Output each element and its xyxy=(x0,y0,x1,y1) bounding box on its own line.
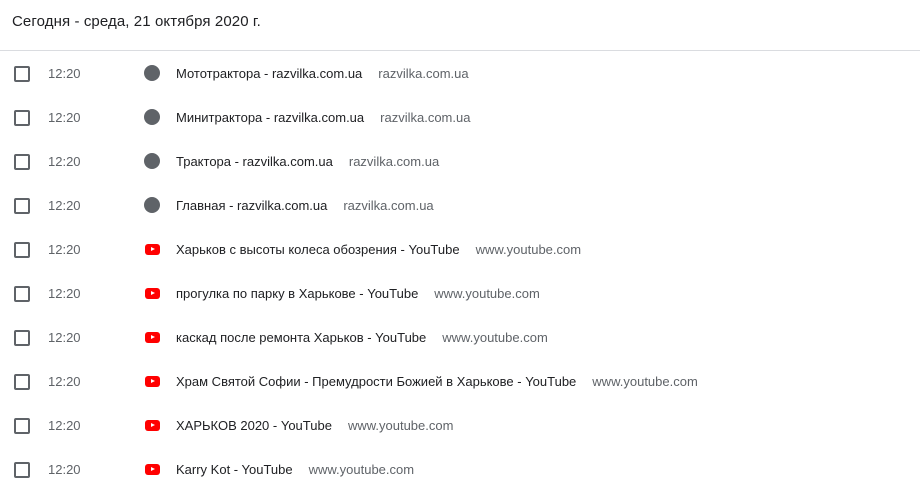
entry-time: 12:20 xyxy=(48,417,81,433)
entry-checkbox[interactable] xyxy=(14,110,30,126)
gray-circle-icon xyxy=(144,153,160,169)
history-entry: 12:20 каскад после ремонта Харьков - You… xyxy=(0,315,920,359)
day-header: Сегодня - среда, 21 октября 2020 г. xyxy=(0,0,920,51)
youtube-icon xyxy=(144,373,160,389)
entry-checkbox[interactable] xyxy=(14,374,30,390)
history-entry: 12:20 Минитрактора - razvilka.com.ua raz… xyxy=(0,95,920,139)
entry-time: 12:20 xyxy=(48,65,81,81)
youtube-icon xyxy=(144,461,160,477)
entry-time: 12:20 xyxy=(48,285,81,301)
entry-checkbox[interactable] xyxy=(14,242,30,258)
entry-time: 12:20 xyxy=(48,153,81,169)
youtube-icon xyxy=(144,241,160,257)
gray-circle-icon xyxy=(144,65,160,81)
entry-title-link[interactable]: каскад после ремонта Харьков - YouTube xyxy=(176,330,426,345)
entry-domain: www.youtube.com xyxy=(434,285,540,301)
youtube-icon xyxy=(144,329,160,345)
entry-title-link[interactable]: Харьков с высоты колеса обозрения - YouT… xyxy=(176,242,460,257)
gray-circle-icon xyxy=(144,197,160,213)
entry-time: 12:20 xyxy=(48,329,81,345)
entry-domain: razvilka.com.ua xyxy=(348,153,440,169)
entry-checkbox[interactable] xyxy=(14,462,30,478)
entry-domain: razvilka.com.ua xyxy=(378,65,469,81)
history-entry: 12:20 Харьков с высоты колеса обозрения … xyxy=(0,227,920,271)
youtube-icon xyxy=(144,285,160,301)
history-entry: 12:20 Мототрактора - razvilka.com.ua raz… xyxy=(0,51,920,95)
entry-domain: www.youtube.com xyxy=(308,461,415,477)
date-label: Сегодня - среда, 21 октября 2020 г. xyxy=(12,13,261,30)
entry-checkbox[interactable] xyxy=(14,198,30,214)
entry-title-link[interactable]: Храм Святой Софии - Премудрости Божией в… xyxy=(176,374,576,389)
history-list: 12:20 Мототрактора - razvilka.com.ua raz… xyxy=(0,51,920,490)
history-entry: 12:20 Karry Kot - YouTube www.youtube.co… xyxy=(0,447,920,490)
history-entry: 12:20 Трактора - razvilka.com.ua razvilk… xyxy=(0,139,920,183)
entry-checkbox[interactable] xyxy=(14,330,30,346)
history-entry: 12:20 Храм Святой Софии - Премудрости Бо… xyxy=(0,359,920,403)
entry-domain: www.youtube.com xyxy=(592,373,698,389)
history-entry: 12:20 Главная - razvilka.com.ua razvilka… xyxy=(0,183,920,227)
entry-title-link[interactable]: Главная - razvilka.com.ua xyxy=(176,198,327,213)
history-entry: 12:20 ХАРЬКОВ 2020 - YouTube www.youtube… xyxy=(0,403,920,447)
entry-time: 12:20 xyxy=(48,109,81,125)
entry-domain: razvilka.com.ua xyxy=(380,109,471,125)
entry-checkbox[interactable] xyxy=(14,66,30,82)
entry-time: 12:20 xyxy=(48,373,81,389)
entry-title-link[interactable]: Минитрактора - razvilka.com.ua xyxy=(176,110,364,125)
entry-time: 12:20 xyxy=(48,461,81,477)
youtube-icon xyxy=(144,417,160,433)
entry-checkbox[interactable] xyxy=(14,418,30,434)
entry-title-link[interactable]: прогулка по парку в Харькове - YouTube xyxy=(176,286,418,301)
entry-checkbox[interactable] xyxy=(14,286,30,302)
entry-domain: www.youtube.com xyxy=(475,241,582,257)
entry-domain: www.youtube.com xyxy=(347,417,454,433)
entry-time: 12:20 xyxy=(48,241,81,257)
entry-checkbox[interactable] xyxy=(14,154,30,170)
entry-title-link[interactable]: Трактора - razvilka.com.ua xyxy=(176,154,333,169)
entry-domain: razvilka.com.ua xyxy=(343,197,434,213)
entry-domain: www.youtube.com xyxy=(442,329,548,345)
entry-title-link[interactable]: ХАРЬКОВ 2020 - YouTube xyxy=(176,418,332,433)
entry-title-link[interactable]: Мототрактора - razvilka.com.ua xyxy=(176,66,362,81)
history-entry: 12:20 прогулка по парку в Харькове - You… xyxy=(0,271,920,315)
entry-title-link[interactable]: Karry Kot - YouTube xyxy=(176,462,293,477)
gray-circle-icon xyxy=(144,109,160,125)
entry-time: 12:20 xyxy=(48,197,81,213)
